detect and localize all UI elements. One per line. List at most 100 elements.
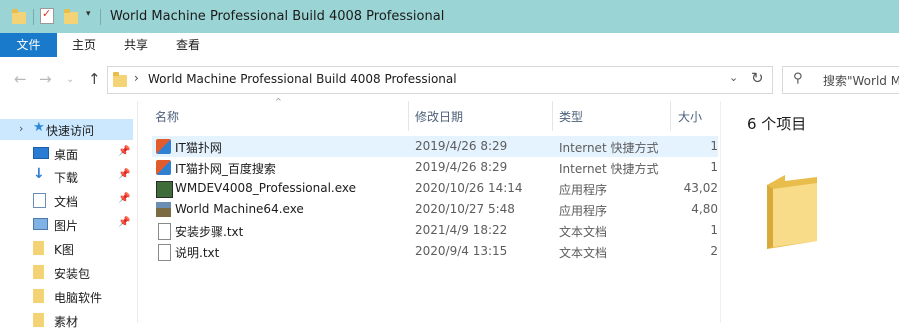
file-type: 文本文档	[559, 225, 608, 239]
sidebar-item-installers[interactable]: 安装包	[0, 262, 133, 283]
file-type: 文本文档	[559, 246, 608, 260]
star-icon: ★	[33, 120, 45, 135]
file-type: Internet 快捷方式	[559, 162, 659, 176]
file-list: ^ 名称 修改日期 类型 大小 IT猫扑网 2019/4/26 8:29 Int…	[150, 97, 720, 323]
search-icon: ⚲	[793, 71, 803, 86]
refresh-icon[interactable]: ↻	[751, 69, 764, 87]
file-size: 2	[710, 244, 718, 258]
forward-arrow-icon[interactable]: →	[39, 70, 52, 88]
pin-icon[interactable]: 📌	[118, 217, 130, 228]
sort-ascending-icon: ^	[275, 97, 282, 106]
file-type: 应用程序	[559, 183, 608, 197]
file-date: 2020/10/26 14:14	[415, 181, 523, 195]
folder-icon	[33, 241, 44, 255]
tab-file[interactable]: 文件	[0, 33, 57, 57]
column-header-date[interactable]: 修改日期	[415, 108, 463, 125]
internet-shortcut-icon	[156, 160, 171, 175]
properties-check-icon[interactable]: ✓	[40, 7, 54, 24]
sidebar-divider	[137, 101, 138, 323]
sidebar-item-desktop[interactable]: 桌面 📌	[0, 143, 133, 164]
folder-icon	[33, 289, 44, 303]
item-count: 6 个项目	[747, 115, 807, 133]
details-pane: 6 个项目	[720, 101, 899, 323]
pin-icon[interactable]: 📌	[118, 193, 130, 204]
tab-share[interactable]: 共享	[116, 33, 156, 57]
sidebar-item-quick-access[interactable]: › ★ 快速访问	[0, 119, 133, 140]
column-header-name[interactable]: 名称	[155, 108, 179, 125]
document-icon	[33, 193, 46, 208]
file-row[interactable]: IT猫扑网 2019/4/26 8:29 Internet 快捷方式 1	[152, 136, 718, 157]
file-size: 4,80	[691, 202, 718, 216]
file-row[interactable]: 安装步骤.txt 2021/4/9 18:22 文本文档 1	[152, 220, 718, 241]
address-dropdown-icon[interactable]: ⌄	[729, 71, 738, 84]
sidebar-item-downloads[interactable]: ↓ 下载 📌	[0, 166, 133, 187]
sidebar-item-label: 下载	[54, 171, 79, 185]
sidebar-item-pictures[interactable]: 图片 📌	[0, 214, 133, 235]
file-date: 2019/4/26 8:29	[415, 139, 508, 153]
up-arrow-icon[interactable]: ↑	[88, 70, 101, 88]
pin-icon[interactable]: 📌	[118, 146, 130, 157]
column-header-type[interactable]: 类型	[559, 108, 583, 125]
sidebar-item-label: 图片	[54, 219, 79, 233]
sidebar-item-pc-software[interactable]: 电脑软件	[0, 286, 133, 307]
file-name: IT猫扑网	[175, 141, 222, 155]
sidebar-item-label: K图	[54, 243, 74, 257]
pin-icon[interactable]: 📌	[118, 169, 130, 180]
file-date: 2020/9/4 13:15	[415, 244, 508, 258]
sidebar-item-label: 安装包	[54, 267, 91, 281]
file-type: Internet 快捷方式	[559, 141, 659, 155]
chevron-down-icon[interactable]: ›	[19, 122, 23, 135]
file-row[interactable]: World Machine64.exe 2020/10/27 5:48 应用程序…	[152, 199, 718, 220]
toolbar-divider	[100, 9, 101, 25]
sidebar-item-label: 电脑软件	[54, 291, 103, 305]
column-divider[interactable]	[552, 101, 553, 131]
text-file-icon	[158, 223, 171, 240]
search-box[interactable]: ⚲ 搜索"World M	[782, 66, 899, 94]
sidebar-item-k-tu[interactable]: K图	[0, 238, 133, 259]
sidebar-item-documents[interactable]: 文档 📌	[0, 190, 133, 211]
sidebar-item-assets[interactable]: 素材	[0, 310, 133, 331]
new-folder-icon[interactable]	[64, 9, 78, 24]
navigation-pane: › ★ 快速访问 桌面 📌 ↓ 下载 📌 文档 📌 图片 📌 K图 安装包 电脑…	[0, 101, 140, 329]
customize-dropdown-icon[interactable]: ▾	[86, 9, 91, 19]
ribbon-tabs: 文件 主页 共享 查看	[0, 33, 899, 58]
tab-view[interactable]: 查看	[168, 33, 208, 57]
recent-locations-chevron-icon[interactable]: ⌄	[66, 74, 74, 85]
file-date: 2020/10/27 5:48	[415, 202, 515, 216]
breadcrumb-current[interactable]: World Machine Professional Build 4008 Pr…	[148, 72, 457, 86]
internet-shortcut-icon	[156, 139, 171, 154]
file-row[interactable]: IT猫扑网_百度搜索 2019/4/26 8:29 Internet 快捷方式 …	[152, 157, 718, 178]
tab-home[interactable]: 主页	[64, 33, 104, 57]
desktop-icon	[33, 147, 49, 159]
sidebar-item-label: 素材	[54, 315, 79, 329]
folder-icon	[33, 265, 44, 279]
column-header-size[interactable]: 大小	[678, 108, 702, 125]
file-row[interactable]: WMDEV4008_Professional.exe 2020/10/26 14…	[152, 178, 718, 199]
file-name: WMDEV4008_Professional.exe	[175, 181, 357, 195]
address-bar[interactable]: › World Machine Professional Build 4008 …	[107, 66, 773, 94]
file-name: 说明.txt	[175, 246, 220, 260]
file-name: 安装步骤.txt	[175, 225, 244, 239]
world-machine-app-icon	[156, 202, 171, 217]
folder-icon	[113, 72, 127, 87]
title-bar: ✓ ▾ World Machine Professional Build 400…	[0, 0, 899, 33]
sidebar-item-label: 桌面	[54, 148, 79, 162]
file-name: IT猫扑网_百度搜索	[175, 162, 276, 176]
file-type: 应用程序	[559, 204, 608, 218]
column-divider[interactable]	[408, 101, 409, 131]
breadcrumb-separator[interactable]: ›	[134, 71, 139, 85]
column-divider[interactable]	[670, 101, 671, 131]
download-icon: ↓	[33, 166, 45, 182]
back-arrow-icon[interactable]: ←	[14, 70, 27, 88]
sidebar-item-label: 文档	[54, 195, 79, 209]
file-row[interactable]: 说明.txt 2020/9/4 13:15 文本文档 2	[152, 241, 718, 262]
window-title: World Machine Professional Build 4008 Pr…	[110, 9, 445, 24]
file-name: World Machine64.exe	[175, 202, 304, 216]
installer-icon	[156, 181, 173, 198]
text-file-icon	[158, 244, 171, 261]
large-folder-icon	[767, 175, 817, 249]
folder-icon	[33, 313, 44, 327]
file-date: 2019/4/26 8:29	[415, 160, 508, 174]
search-placeholder[interactable]: 搜索"World M	[823, 72, 899, 89]
picture-icon	[33, 218, 48, 230]
